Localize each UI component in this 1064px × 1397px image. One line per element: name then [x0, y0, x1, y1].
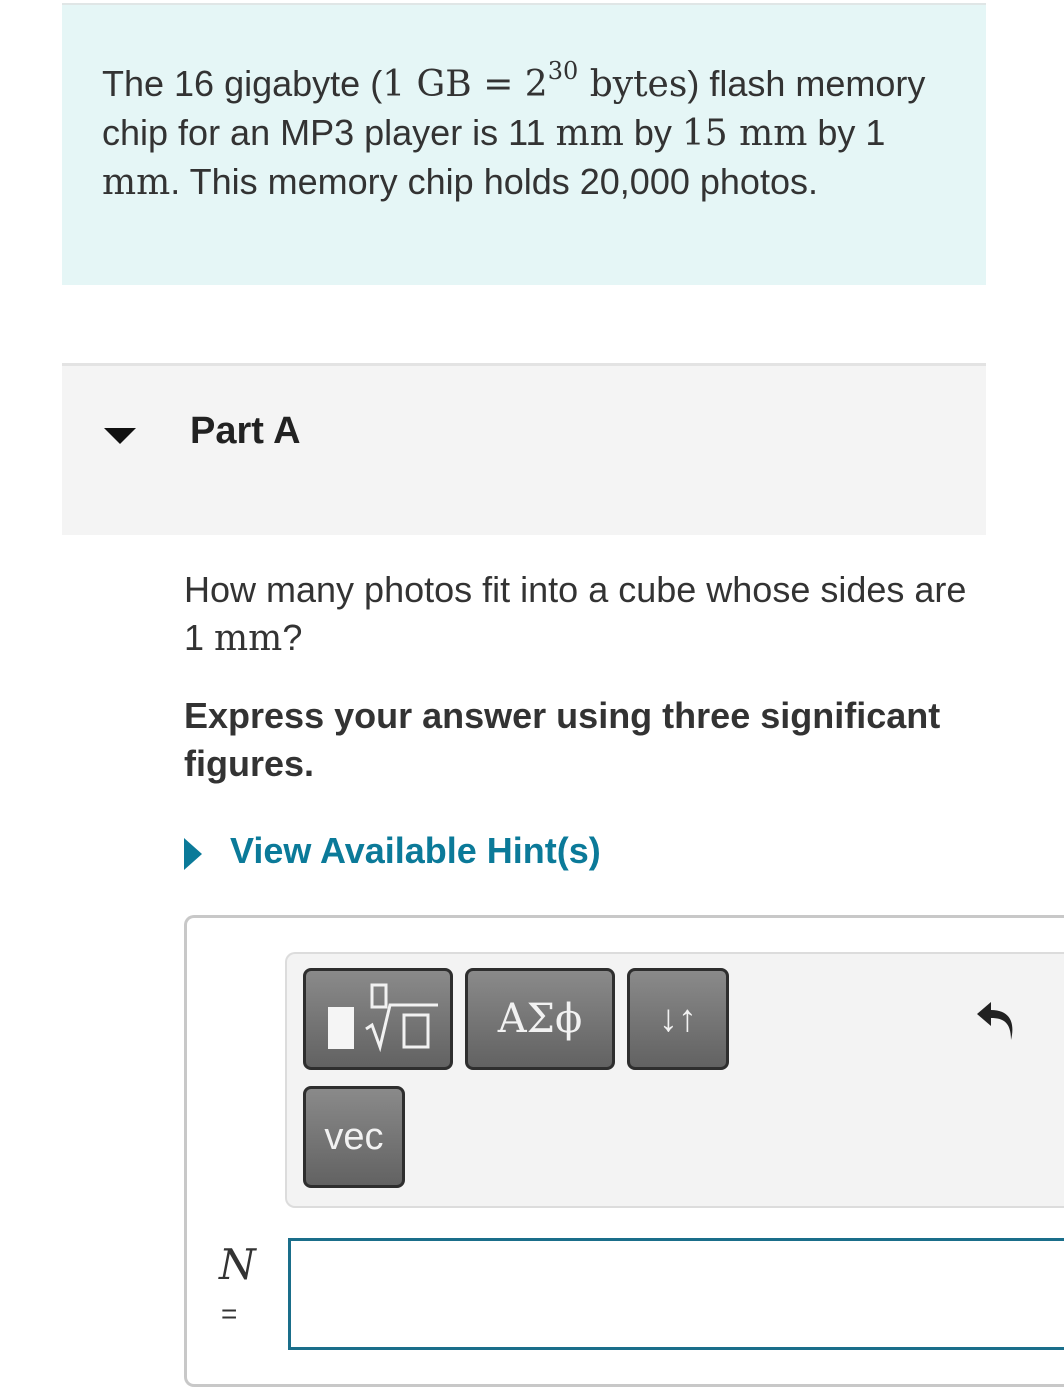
problem-text-part: The 16 gigabyte ( — [102, 63, 383, 104]
problem-text-part: . This memory chip holds 20,000 photos. — [170, 161, 818, 202]
answer-input[interactable] — [288, 1238, 1064, 1350]
arrows-button[interactable]: ↓↑ — [627, 968, 729, 1070]
vec-button[interactable]: vec — [303, 1086, 405, 1188]
part-a-header[interactable]: Part A — [62, 363, 986, 535]
equals-sign: = — [221, 1298, 238, 1329]
math-toolbar: ΑΣϕ ↓↑ vec — [285, 952, 1064, 1208]
unit-mm: mm — [214, 618, 283, 659]
placeholder-box-icon — [328, 1007, 354, 1049]
question-text: How many photos fit into a cube whose si… — [184, 569, 967, 659]
undo-icon[interactable] — [973, 996, 1021, 1044]
answer-instruction: Express your answer using three signific… — [184, 695, 941, 784]
unit-mm: mm — [555, 113, 624, 154]
math-15mm: 15 mm — [681, 113, 808, 154]
answer-variable: N — [219, 1240, 256, 1289]
caret-right-icon[interactable] — [184, 838, 202, 870]
problem-statement: The 16 gigabyte (1 GB = 230 bytes) flash… — [62, 3, 986, 285]
caret-down-icon[interactable] — [104, 428, 136, 444]
problem-text: The 16 gigabyte (1 GB = 230 bytes) flash… — [102, 51, 962, 207]
problem-text-part: by 1 — [807, 112, 886, 153]
exponent: 30 — [547, 57, 579, 85]
greek-symbols-button[interactable]: ΑΣϕ — [465, 968, 615, 1070]
unit-mm: mm — [102, 162, 171, 203]
math-gb-definition: 1 GB = 230 bytes — [382, 57, 688, 105]
problem-text-part: by — [623, 112, 682, 153]
view-hints-link[interactable]: View Available Hint(s) — [230, 830, 601, 872]
answer-panel: ΑΣϕ ↓↑ vec N = — [184, 915, 1064, 1387]
part-title: Part A — [190, 410, 301, 452]
templates-button[interactable] — [303, 968, 453, 1070]
templates-sqrt-icon — [365, 983, 438, 1053]
